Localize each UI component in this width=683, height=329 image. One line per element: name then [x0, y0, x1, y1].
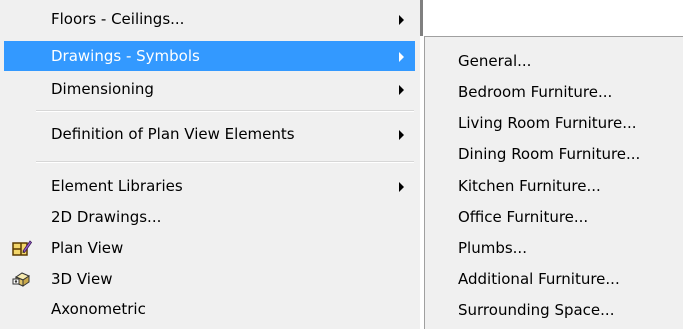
context-menu: Floors - Ceilings... Drawings - Symbols …: [0, 0, 420, 329]
menu-item-label: 2D Drawings...: [51, 208, 162, 226]
submenu-item-label: Surrounding Space...: [458, 301, 615, 319]
menu-item-element-libraries[interactable]: Element Libraries: [4, 171, 415, 201]
menu-item-floors-ceilings[interactable]: Floors - Ceilings...: [4, 4, 415, 34]
menu-item-label: Drawings - Symbols: [51, 47, 200, 65]
submenu-item-label: Dining Room Furniture...: [458, 145, 641, 163]
submenu-item-bedroom-furniture[interactable]: Bedroom Furniture...: [425, 77, 683, 107]
submenu-arrow-icon: [399, 52, 404, 62]
submenu-item-additional-furniture[interactable]: Additional Furniture...: [425, 264, 683, 294]
submenu-item-kitchen-furniture[interactable]: Kitchen Furniture...: [425, 171, 683, 201]
menu-item-label: Plan View: [51, 239, 124, 257]
menu-item-label: Element Libraries: [51, 177, 183, 195]
menu-item-definition-of-plan-view-elements[interactable]: Definition of Plan View Elements: [4, 119, 415, 149]
submenu-item-label: Plumbs...: [458, 239, 527, 257]
menu-edge: [420, 0, 423, 36]
menu-item-plan-view[interactable]: Plan View: [4, 233, 415, 263]
menu-item-axonometric[interactable]: Axonometric: [4, 294, 415, 324]
submenu-arrow-icon: [399, 85, 404, 95]
submenu-item-label: Office Furniture...: [458, 208, 589, 226]
submenu-item-label: Bedroom Furniture...: [458, 83, 613, 101]
submenu-item-label: Additional Furniture...: [458, 270, 620, 288]
menu-item-label: Dimensioning: [51, 80, 154, 98]
menu-item-2d-drawings[interactable]: 2D Drawings...: [4, 202, 415, 232]
menu-separator: [36, 110, 414, 112]
menu-item-label: Floors - Ceilings...: [51, 10, 185, 28]
submenu-item-label: General...: [458, 52, 532, 70]
menu-item-label: Axonometric: [51, 300, 146, 318]
plan-view-icon: [12, 239, 33, 257]
submenu-item-living-room-furniture[interactable]: Living Room Furniture...: [425, 108, 683, 138]
menu-item-label: 3D View: [51, 270, 113, 288]
submenu-arrow-icon: [399, 15, 404, 25]
submenu-item-office-furniture[interactable]: Office Furniture...: [425, 202, 683, 232]
3d-view-icon: [12, 270, 32, 288]
submenu-item-label: Living Room Furniture...: [458, 114, 637, 132]
menu-separator: [36, 161, 414, 163]
menu-item-drawings-symbols[interactable]: Drawings - Symbols: [4, 41, 415, 71]
submenu-item-plumbs[interactable]: Plumbs...: [425, 233, 683, 263]
menu-item-dimensioning[interactable]: Dimensioning: [4, 74, 415, 104]
submenu-item-dining-room-furniture[interactable]: Dining Room Furniture...: [425, 139, 683, 169]
drawings-symbols-submenu: General... Bedroom Furniture... Living R…: [424, 36, 683, 329]
submenu-arrow-icon: [399, 130, 404, 140]
submenu-item-surrounding-space[interactable]: Surrounding Space...: [425, 295, 683, 325]
submenu-item-general[interactable]: General...: [425, 46, 683, 76]
submenu-arrow-icon: [399, 182, 404, 192]
menu-item-3d-view[interactable]: 3D View: [4, 264, 415, 294]
menu-item-label: Definition of Plan View Elements: [51, 125, 295, 143]
submenu-item-label: Kitchen Furniture...: [458, 177, 601, 195]
